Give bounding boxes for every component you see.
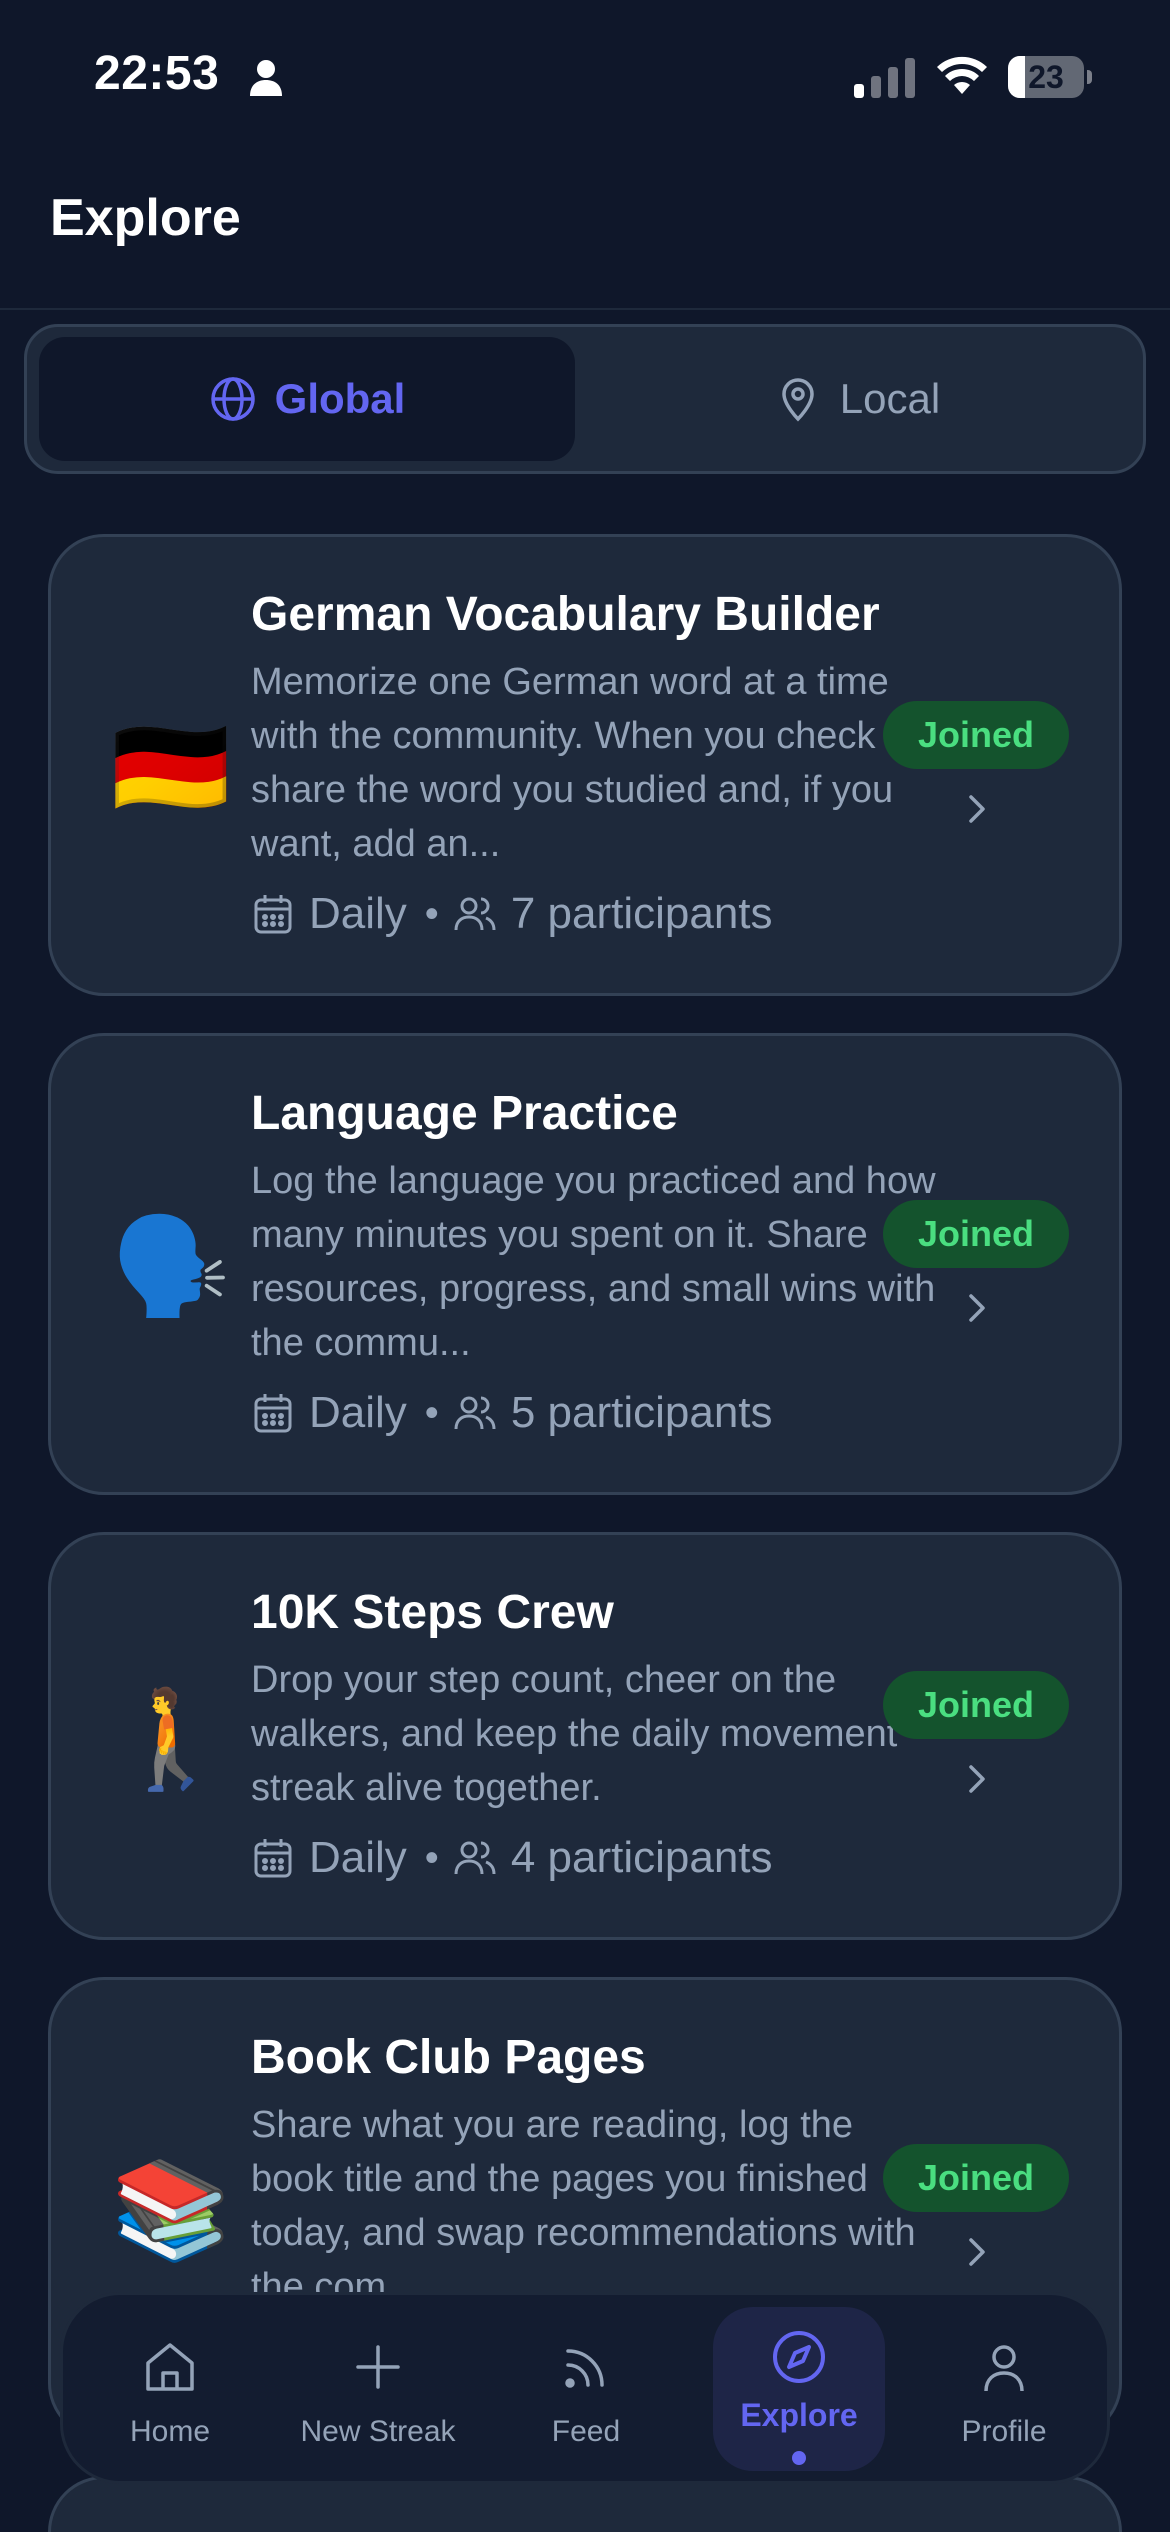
map-pin-icon <box>782 378 814 422</box>
streak-title: Language Practice <box>251 1087 678 1140</box>
explore-screen: 22:53 23 Explore Global Local 🇩🇪 German … <box>0 0 1170 2532</box>
header-divider <box>0 308 1170 310</box>
streak-title: German Vocabulary Builder <box>251 588 880 641</box>
calendar-icon <box>254 895 292 934</box>
germany-flag-icon: 🇩🇪 <box>111 714 231 821</box>
streak-description: Log the language you practiced and how m… <box>251 1160 936 1364</box>
page-title: Explore <box>50 189 241 247</box>
nav-profile[interactable]: Profile <box>919 2295 1089 2487</box>
streak-meta: Daily • 5 participants <box>251 1388 773 1438</box>
users-icon <box>454 1396 496 1430</box>
streak-meta: Daily • 7 participants <box>251 889 773 939</box>
battery-body: 23 <box>1008 56 1084 98</box>
tab-global-label: Global <box>274 375 406 422</box>
nav-home-label: Home <box>129 2415 211 2448</box>
meta-separator: • <box>424 1390 439 1435</box>
chevron-right-icon <box>969 2238 985 2266</box>
nav-feed[interactable]: Feed <box>501 2295 671 2487</box>
streak-meta: Daily • 4 participants <box>251 1833 773 1883</box>
streak-title: Book Club Pages <box>251 2031 646 2084</box>
nav-new-streak[interactable]: New Streak <box>293 2295 463 2487</box>
nav-home[interactable]: Home <box>85 2295 255 2487</box>
nav-new-streak-label: New Streak <box>300 2415 456 2448</box>
users-icon <box>454 1841 496 1875</box>
status-time: 22:53 <box>94 47 220 100</box>
nav-explore[interactable]: Explore <box>713 2307 885 2471</box>
home-icon <box>146 2343 194 2391</box>
streak-card[interactable]: 🗣️ Language Practice Log the language yo… <box>48 1033 1122 1495</box>
person-walking-icon: 🚶 <box>111 1686 231 1793</box>
chevron-right-icon <box>969 1294 985 1322</box>
streak-participants: 5 participants <box>510 1388 773 1437</box>
cellular-signal-icon <box>854 58 915 98</box>
tab-local-label: Local <box>839 375 941 422</box>
streak-title: 10K Steps Crew <box>251 1586 614 1639</box>
streak-description: Share what you are reading, log the book… <box>251 2104 916 2308</box>
meta-separator: • <box>424 1835 439 1880</box>
calendar-icon <box>254 1839 292 1878</box>
speaking-head-icon: 🗣️ <box>111 1213 231 1320</box>
rss-feed-icon <box>565 2349 604 2388</box>
person-icon <box>250 60 282 96</box>
calendar-icon <box>254 1394 292 1433</box>
plus-icon <box>356 2345 400 2389</box>
books-icon: 📚 <box>111 2157 231 2264</box>
streak-description: Drop your step count, cheer on the walke… <box>251 1659 898 1809</box>
battery-indicator: 23 <box>1008 56 1092 98</box>
active-indicator-dot <box>792 2451 806 2465</box>
streak-participants: 4 participants <box>510 1833 773 1882</box>
profile-icon <box>984 2345 1024 2392</box>
wifi-icon <box>937 56 987 94</box>
battery-nub <box>1087 70 1092 84</box>
status-bar: 22:53 23 <box>0 0 1170 150</box>
joined-badge: Joined <box>883 701 1069 769</box>
joined-badge: Joined <box>883 1200 1069 1268</box>
tab-global[interactable]: Global <box>39 337 575 461</box>
nav-profile-label: Profile <box>961 2415 1047 2448</box>
tab-local[interactable]: Local <box>587 337 1127 461</box>
streak-card[interactable]: 🚶 10K Steps Crew Drop your step count, c… <box>48 1532 1122 1940</box>
nav-explore-label: Explore <box>740 2397 858 2433</box>
streak-participants: 7 participants <box>510 889 773 938</box>
battery-level-text: 23 <box>1028 59 1064 95</box>
streak-frequency: Daily <box>309 1833 407 1882</box>
nav-feed-label: Feed <box>551 2415 621 2448</box>
globe-icon <box>210 377 255 421</box>
streak-card[interactable]: 🇩🇪 German Vocabulary Builder Memorize on… <box>48 534 1122 996</box>
joined-badge: Joined <box>883 1671 1069 1739</box>
chevron-right-icon <box>969 795 985 823</box>
scope-segmented-control: Global Local <box>24 324 1146 474</box>
streak-description: Memorize one German word at a time with … <box>251 661 927 865</box>
joined-badge: Joined <box>883 2144 1069 2212</box>
meta-separator: • <box>424 891 439 936</box>
streak-frequency: Daily <box>309 889 407 938</box>
compass-icon <box>773 2331 825 2383</box>
chevron-right-icon <box>969 1765 985 1793</box>
streak-frequency: Daily <box>309 1388 407 1437</box>
bottom-navigation: Home New Streak Feed Explore Profile <box>60 2292 1110 2484</box>
users-icon <box>454 897 496 931</box>
